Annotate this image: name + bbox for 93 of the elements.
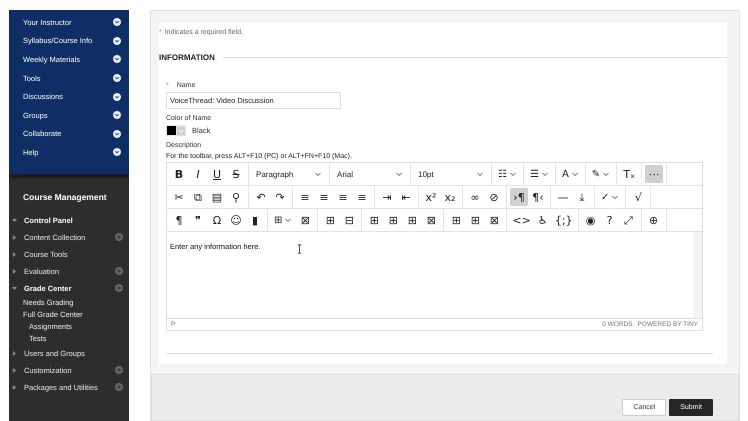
- toolbar-split-button[interactable]: ☰: [526, 165, 552, 183]
- plus-circle-icon[interactable]: [115, 284, 123, 292]
- toolbar-button[interactable]: ♿: [534, 211, 552, 229]
- toolbar-button[interactable]: ▤: [208, 188, 226, 206]
- section-heading: INFORMATION: [159, 53, 215, 62]
- toolbar-button[interactable]: ⊞: [403, 211, 422, 229]
- panel-heading: Course Management: [22, 192, 108, 204]
- caret-icon: [540, 170, 549, 178]
- toolbar-button[interactable]: ☺: [227, 211, 245, 229]
- toolbar-button[interactable]: ≡: [315, 188, 333, 206]
- plus-circle-icon[interactable]: [115, 383, 123, 392]
- toolbar-button[interactable]: ⤓: [573, 188, 591, 206]
- toolbar-button[interactable]: ⚲: [227, 188, 245, 206]
- toolbar-split-button[interactable]: ☷: [495, 165, 520, 183]
- caret-icon: [602, 170, 610, 178]
- toolbar-button[interactable]: ⊕: [644, 211, 663, 229]
- toolbar-split-button[interactable]: ⊞: [271, 211, 296, 229]
- caret-icon: [177, 126, 185, 134]
- caret-icon: [476, 170, 484, 178]
- chevron-circle-icon[interactable]: [113, 18, 121, 26]
- toolbar-button[interactable]: Ω: [208, 211, 226, 229]
- plus-circle-icon[interactable]: [115, 233, 123, 242]
- color-picker[interactable]: [166, 125, 186, 136]
- caret-icon: [314, 170, 322, 178]
- toolbar-button[interactable]: ⊠: [422, 211, 440, 229]
- toolbar-button[interactable]: ⊠: [485, 211, 504, 229]
- toolbar-button[interactable]: x²: [422, 188, 440, 206]
- disclosure-triangle-icon[interactable]: [12, 268, 17, 274]
- toolbar-dropdown[interactable]: Arial: [333, 165, 407, 183]
- chevron-circle-icon[interactable]: [113, 111, 121, 120]
- plus-circle-icon[interactable]: [115, 366, 123, 374]
- toolbar-button[interactable]: ✂: [170, 188, 188, 206]
- toolbar-button[interactable]: ↶: [252, 188, 270, 206]
- chevron-circle-icon[interactable]: [113, 92, 121, 101]
- toolbar-button[interactable]: √: [629, 188, 648, 206]
- toolbar-button[interactable]: ◉: [582, 211, 600, 229]
- toolbar-button[interactable]: ⋯: [645, 165, 664, 183]
- toolbar-button[interactable]: ⇥: [378, 188, 396, 206]
- toolbar-button[interactable]: ⊞: [466, 211, 484, 229]
- toolbar-button[interactable]: ▮: [246, 211, 264, 229]
- toolbar-button[interactable]: ≡: [334, 188, 352, 206]
- toolbar-button[interactable]: ¶: [170, 211, 188, 229]
- toolbar-button[interactable]: <>: [510, 211, 533, 229]
- toolbar-button[interactable]: ❞: [189, 211, 207, 229]
- chevron-circle-icon[interactable]: [113, 130, 121, 138]
- caret-icon: [611, 193, 620, 201]
- caret-icon: [508, 170, 517, 178]
- caret-icon: [395, 170, 403, 178]
- toolbar-button[interactable]: ≡: [296, 188, 314, 206]
- toolbar-button[interactable]: ⊞: [321, 211, 340, 229]
- toolbar-button[interactable]: ⊞: [365, 211, 384, 229]
- toolbar-button[interactable]: Tₓ: [620, 165, 638, 183]
- text-cursor-icon: [297, 244, 302, 254]
- caret-icon: [570, 170, 579, 178]
- toolbar-button[interactable]: I: [189, 165, 207, 183]
- plus-circle-icon[interactable]: [115, 267, 123, 276]
- toolbar-dropdown[interactable]: Paragraph: [252, 165, 326, 183]
- toolbar-button[interactable]: —: [554, 188, 572, 206]
- toolbar-button[interactable]: ∞: [466, 188, 484, 206]
- disclosure-triangle-icon[interactable]: [12, 252, 17, 257]
- toolbar-button[interactable]: ⊞: [384, 211, 402, 229]
- toolbar-button[interactable]: ⧉: [189, 188, 207, 206]
- toolbar-button[interactable]: ≡: [353, 188, 371, 206]
- toolbar-button[interactable]: S: [227, 165, 245, 183]
- disclosure-triangle-icon[interactable]: [12, 368, 17, 373]
- toolbar-button[interactable]: ¶‹: [529, 188, 547, 206]
- caret-icon: [284, 216, 292, 224]
- disclosure-triangle-icon[interactable]: [12, 350, 17, 356]
- toolbar-button[interactable]: ↷: [271, 188, 289, 206]
- toolbar-button[interactable]: U: [208, 165, 226, 183]
- chevron-circle-icon[interactable]: [113, 55, 121, 64]
- toolbar-button[interactable]: ⇤: [397, 188, 415, 206]
- toolbar-button[interactable]: ⊘: [485, 188, 503, 206]
- toolbar-dropdown[interactable]: 10pt: [414, 165, 488, 183]
- toolbar-split-button[interactable]: ✓: [598, 188, 622, 206]
- toolbar-button[interactable]: ›¶: [510, 188, 528, 206]
- toolbar-button[interactable]: ⊞: [447, 211, 466, 229]
- toolbar-button[interactable]: ?: [600, 211, 619, 229]
- disclosure-triangle-icon[interactable]: [12, 286, 17, 291]
- toolbar-button[interactable]: ⊠: [296, 211, 314, 229]
- chevron-circle-icon[interactable]: [113, 74, 121, 82]
- toolbar-button[interactable]: {;}: [552, 211, 575, 229]
- toolbar-button[interactable]: B: [170, 165, 188, 183]
- disclosure-triangle-icon[interactable]: [12, 218, 17, 223]
- toolbar-button[interactable]: ⤢: [620, 211, 638, 229]
- toolbar-button[interactable]: x₂: [441, 188, 459, 206]
- chevron-circle-icon[interactable]: [113, 148, 121, 156]
- chevron-circle-icon[interactable]: [113, 36, 121, 45]
- disclosure-triangle-icon[interactable]: [12, 234, 17, 240]
- disclosure-triangle-icon[interactable]: [12, 384, 17, 390]
- toolbar-split-button[interactable]: A: [558, 165, 582, 183]
- toolbar-split-button[interactable]: ✎: [588, 165, 614, 183]
- toolbar-button[interactable]: ⊟: [340, 211, 358, 229]
